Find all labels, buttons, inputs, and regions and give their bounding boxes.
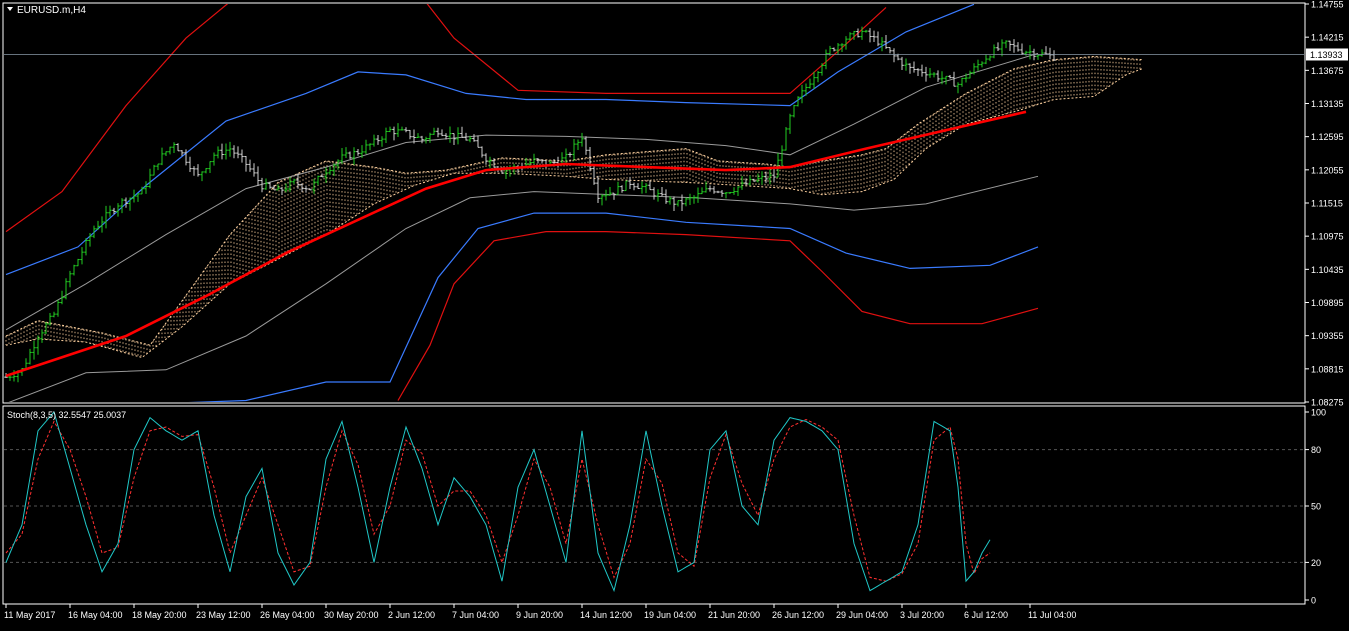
price-tick-label: 1.13135 [1311,99,1344,109]
time-tick-label: 19 Jun 04:00 [644,610,696,620]
time-tick-label: 6 Jul 12:00 [964,610,1008,620]
time-tick-label: 16 May 04:00 [68,610,123,620]
time-tick-label: 9 Jun 20:00 [516,610,563,620]
price-tick-label: 1.10975 [1311,232,1344,242]
time-tick-label: 23 May 12:00 [196,610,251,620]
time-tick-label: 11 Jul 04:00 [1028,610,1076,620]
price-tick-label: 1.10435 [1311,265,1344,275]
price-tick-label: 1.13675 [1311,66,1344,76]
price-tick-label: 1.08275 [1311,398,1344,408]
price-tick-label: 1.08815 [1311,364,1344,374]
price-tick-label: 1.14755 [1311,0,1344,10]
time-tick-label: 11 May 2017 [4,610,55,620]
stoch-tick-label: 80 [1311,445,1321,455]
time-tick-label: 29 Jun 04:00 [836,610,888,620]
stoch-tick-label: 50 [1311,502,1321,512]
time-tick-label: 2 Jun 12:00 [388,610,435,620]
current-price-label: 1.13933 [1310,50,1343,60]
time-tick-label: 14 Jun 12:00 [580,610,632,620]
time-tick-label: 26 Jun 12:00 [772,610,824,620]
stoch-tick-label: 100 [1311,408,1326,418]
time-tick-label: 18 May 20:00 [132,610,187,620]
price-tick-label: 1.09355 [1311,331,1344,341]
price-tick-label: 1.12595 [1311,132,1344,142]
price-tick-label: 1.12055 [1311,165,1344,175]
stochastic-label: Stoch(8,3,5) 32.5547 25.0037 [7,410,126,420]
price-tick-label: 1.11515 [1311,199,1343,209]
chart-canvas[interactable]: 1.14755 1.14215 1.13675 1.13135 1.12595 1.120… [0,0,1349,626]
time-tick-label: 30 May 20:00 [324,610,379,620]
symbol-label: EURUSD.m,H4 [17,5,86,16]
stoch-tick-label: 20 [1311,558,1321,568]
price-tick-label: 1.14215 [1311,33,1344,43]
stoch-tick-label: 0 [1311,596,1316,606]
chart-window[interactable]: 1.14755 1.14215 1.13675 1.13135 1.12595 1.120… [0,0,1349,626]
price-tick-label: 1.09895 [1311,298,1344,308]
time-tick-label: 3 Jul 20:00 [900,610,944,620]
time-tick-label: 26 May 04:00 [260,610,315,620]
time-tick-label: 7 Jun 04:00 [452,610,499,620]
time-tick-label: 21 Jun 20:00 [708,610,760,620]
